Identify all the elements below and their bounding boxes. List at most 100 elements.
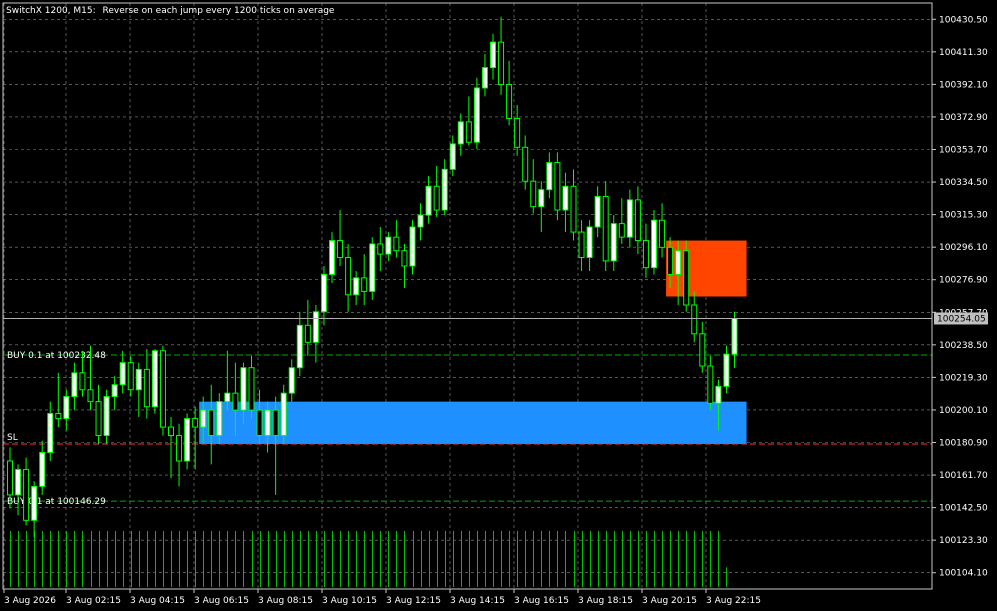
candle-body [707, 365, 714, 404]
current-price-label: 100254.05 [937, 314, 986, 324]
candle-body [296, 324, 303, 369]
candle-body [248, 367, 255, 411]
candle-body [522, 146, 529, 182]
candle-body [95, 401, 102, 437]
candle-body [385, 236, 392, 255]
candle-body [135, 368, 142, 391]
candle-body [232, 392, 239, 411]
candle[interactable] [103, 389, 110, 445]
price-label: 100334.50 [939, 178, 988, 188]
candle-body [7, 460, 13, 496]
time-label: 3 Aug 06:15 [194, 596, 249, 606]
candle-body [393, 236, 400, 252]
candle[interactable] [159, 345, 166, 436]
candle-body [409, 226, 416, 267]
time-label: 3 Aug 14:15 [450, 596, 505, 606]
candle-body [55, 413, 62, 420]
candle-body [626, 199, 633, 238]
candle-body [23, 468, 30, 521]
indicator-description: Reverse on each jump every 1200 ticks on… [103, 6, 335, 16]
price-label: 100161.70 [939, 471, 988, 481]
order-label: BUY 0.1 at 100232.48 [7, 351, 106, 361]
price-label: 100219.30 [939, 373, 988, 383]
candle-body [369, 243, 376, 292]
price-label: 100430.50 [939, 15, 988, 25]
candle-body [473, 87, 480, 143]
candle[interactable] [151, 349, 158, 414]
candle-body [642, 240, 649, 269]
candle-body [288, 367, 295, 394]
price-label: 100142.50 [939, 504, 988, 514]
candle-body [691, 304, 698, 335]
candle-body [602, 195, 609, 262]
candle-body [224, 392, 231, 403]
candle[interactable] [280, 384, 287, 445]
price-label: 100296.10 [939, 243, 988, 253]
candle-body [490, 41, 496, 69]
candle-body [127, 362, 134, 391]
candle-body [457, 121, 464, 145]
candle-body [498, 41, 505, 86]
candle-body [578, 231, 585, 259]
price-label: 100315.30 [939, 211, 988, 221]
candle-body [31, 485, 38, 521]
chart-background [0, 0, 997, 611]
price-label: 100353.70 [939, 146, 988, 156]
candle-body [361, 277, 368, 292]
price-label: 100276.90 [939, 276, 988, 286]
candle-body [47, 413, 54, 454]
candle-body [320, 273, 327, 313]
chart-canvas[interactable]: BUY 0.1 at 100232.48 BUY 0.1 at 100146.29… [0, 0, 997, 611]
candle-body [176, 435, 183, 462]
candle-body [15, 468, 22, 496]
candle-body [425, 185, 432, 216]
candle-body [538, 189, 545, 208]
candle[interactable] [409, 220, 416, 275]
candle-body [465, 121, 472, 143]
candle-body [634, 199, 641, 242]
candle-body [723, 353, 730, 387]
candle-body [264, 409, 271, 437]
candle-body [659, 219, 666, 248]
order-label: BUY 0.1 at 100146.29 [7, 497, 106, 507]
candle-body [256, 409, 263, 437]
candle[interactable] [473, 77, 480, 149]
candle-body [683, 250, 690, 306]
candle[interactable] [683, 240, 690, 312]
candle-body [337, 240, 344, 259]
candle[interactable] [554, 152, 561, 221]
candle-body [119, 362, 126, 386]
candle-body [208, 409, 215, 437]
candle-body [675, 250, 682, 275]
candle-body [417, 214, 424, 228]
candle-body [618, 223, 625, 238]
candle-body [651, 219, 657, 269]
candle-body [71, 372, 78, 398]
candle-body [345, 257, 352, 296]
candle[interactable] [369, 237, 376, 300]
candle-body [143, 368, 150, 408]
candle-body [312, 311, 319, 343]
candle-body [586, 226, 593, 259]
time-label: 3 Aug 2026 [4, 596, 56, 606]
chart-title: SwitchX 1200, M15: Reverse on each jump … [6, 6, 335, 16]
time-label: 3 Aug 10:15 [322, 596, 377, 606]
candle-body [554, 162, 561, 211]
time-label: 3 Aug 22:15 [706, 596, 761, 606]
candle-body [594, 195, 601, 228]
time-label: 3 Aug 16:15 [514, 596, 569, 606]
candle[interactable] [184, 413, 191, 470]
candle-body [530, 180, 537, 208]
time-label: 3 Aug 02:15 [66, 596, 121, 606]
candle-body [610, 223, 617, 262]
price-label: 100180.90 [939, 439, 988, 449]
time-label: 3 Aug 12:15 [386, 596, 441, 606]
symbol-period: SwitchX 1200, M15: [6, 6, 96, 16]
price-label: 100372.90 [939, 113, 988, 123]
candle-body [562, 185, 569, 211]
price-label: 100392.10 [939, 80, 988, 90]
price-label: 100123.30 [939, 536, 988, 546]
candle-body [449, 143, 456, 170]
candle-body [377, 243, 384, 255]
candle-body [514, 117, 521, 148]
